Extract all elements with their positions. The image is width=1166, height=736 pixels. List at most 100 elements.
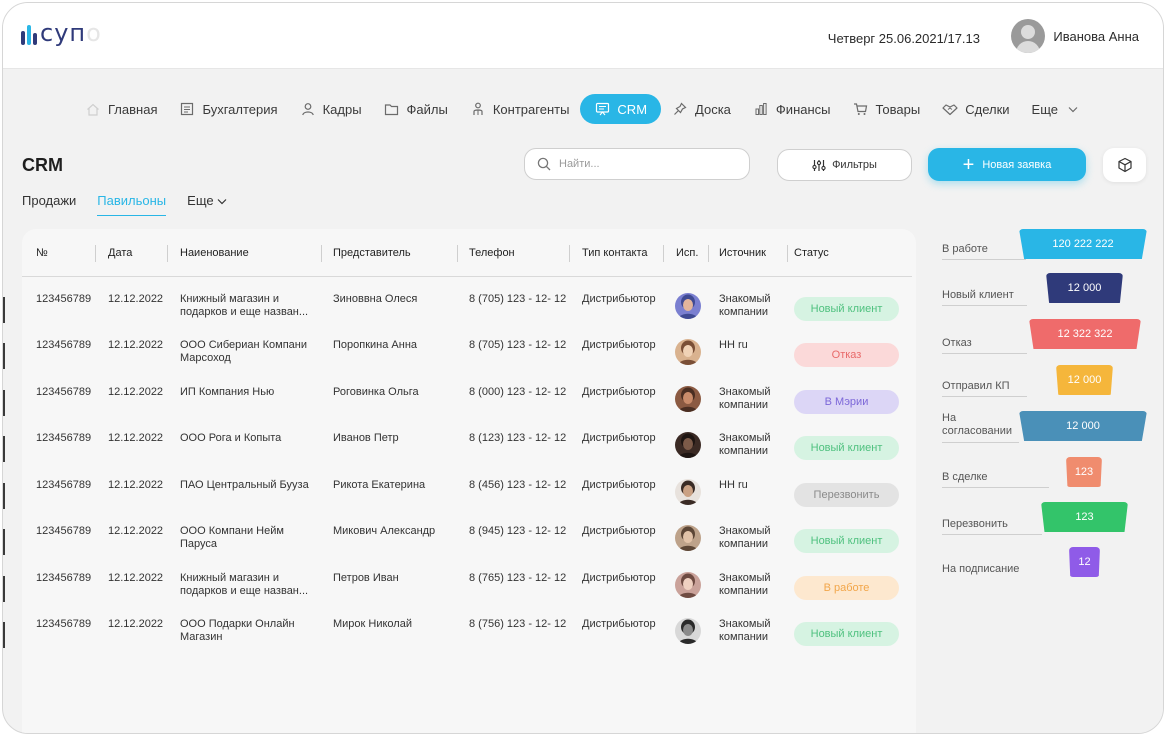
subtab-more[interactable]: Еще xyxy=(187,193,227,216)
stat-label-text-line2: согласовании xyxy=(942,425,1012,437)
cell-contact-type: Дистрибьютор xyxy=(582,339,656,351)
home-icon xyxy=(85,102,101,116)
subtab-sales[interactable]: Продажи xyxy=(22,193,76,216)
column-separator xyxy=(167,245,168,262)
status-badge[interactable]: Отказ xyxy=(794,343,899,367)
stat-bar[interactable]: 12 000 xyxy=(1019,411,1147,441)
status-badge[interactable]: Новый клиент xyxy=(794,297,899,321)
crm-table: № Дата Наиенование Представитель Телефон Тип … xyxy=(3,229,916,733)
nav-item-10[interactable]: Еще xyxy=(1021,94,1092,124)
nav-item-label: Еще xyxy=(1031,101,1058,117)
stat-bar[interactable]: 12 000 xyxy=(1056,365,1113,395)
column-header-8[interactable]: Статус xyxy=(794,247,829,259)
cell-date: 12.12.2022 xyxy=(108,293,164,305)
assignee-avatar[interactable] xyxy=(675,432,701,458)
cell-contact-type: Дистрибьютор xyxy=(582,572,656,584)
status-badge[interactable]: Перезвонить xyxy=(794,483,899,507)
nav-item-1[interactable]: Бухгалтерия xyxy=(168,94,288,124)
assignee-avatar[interactable] xyxy=(675,386,701,412)
column-separator xyxy=(569,245,570,262)
main-nav: Главная Бухгалтерия Кадры Файлы Контрагенты C… xyxy=(3,91,1163,127)
chevron-down-icon xyxy=(1065,102,1081,116)
cell-source-line1: Знакомый xyxy=(719,386,771,398)
table-row[interactable]: 123456789 12.12.2022 ООО Подарки Онлайн Маг… xyxy=(3,618,912,664)
nav-item-7[interactable]: Финансы xyxy=(742,94,842,124)
nav-item-8[interactable]: Товары xyxy=(842,94,932,124)
status-badge[interactable]: В работе xyxy=(794,576,899,600)
nav-item-3[interactable]: Файлы xyxy=(373,94,459,124)
cell-source-line2: компании xyxy=(719,445,769,457)
nav-item-5[interactable]: CRM xyxy=(580,94,662,124)
table-row[interactable]: 123456789 12.12.2022 ООО Сибериан Компани М… xyxy=(3,339,912,385)
stat-bar[interactable]: 12 000 xyxy=(1046,273,1123,303)
table-row[interactable]: 123456789 12.12.2022 ИП Компания Нью Рогови… xyxy=(3,386,912,432)
table-header: № Дата Наиенование Представитель Телефон Тип … xyxy=(22,229,912,277)
status-badge[interactable]: Новый клиент xyxy=(794,436,899,460)
stat-bar[interactable]: 12 xyxy=(1069,547,1100,577)
cell-source-line1: Знакомый xyxy=(719,572,771,584)
cell-date: 12.12.2022 xyxy=(108,618,164,630)
stat-label: Перезвонить xyxy=(942,518,1008,531)
column-header-6[interactable]: Исп. xyxy=(676,247,698,259)
nav-item-label: Бухгалтерия xyxy=(202,101,278,117)
cell-source-line1: HH ru xyxy=(719,339,748,351)
table-row[interactable]: 123456789 12.12.2022 ООО Компани Нейм Парус… xyxy=(3,525,912,571)
cell-phone: 8 (456) 123 - 12- 12 xyxy=(469,479,567,491)
cube-button[interactable] xyxy=(1103,148,1146,182)
stat-bar[interactable]: 123 xyxy=(1041,502,1128,532)
column-header-2[interactable]: Наиенование xyxy=(180,247,249,259)
cell-name-line1: ООО Компани Нейм xyxy=(180,525,284,537)
table-row[interactable]: 123456789 12.12.2022 ООО Рога и Копыта Иван… xyxy=(3,432,912,478)
search-box[interactable] xyxy=(524,148,750,180)
cell-number: 123456789 xyxy=(36,525,92,537)
cell-name-line2: подарков и еще назван... xyxy=(180,585,309,597)
status-badge[interactable]: Новый клиент xyxy=(794,622,899,646)
cell-contact-type: Дистрибьютор xyxy=(582,293,656,305)
filters-button[interactable]: Фильтры xyxy=(777,149,912,181)
column-header-7[interactable]: Источник xyxy=(719,247,766,259)
cell-representative: Иванов Петр xyxy=(333,432,399,444)
cell-contact-type: Дистрибьютор xyxy=(582,525,656,537)
column-header-0[interactable]: № xyxy=(36,247,48,259)
column-header-4[interactable]: Телефон xyxy=(469,247,515,259)
nav-item-2[interactable]: Кадры xyxy=(289,94,373,124)
column-header-5[interactable]: Тип контакта xyxy=(582,247,648,259)
stat-bar[interactable]: 12 322 322 xyxy=(1029,319,1141,349)
cell-phone: 8 (945) 123 - 12- 12 xyxy=(469,525,567,537)
logo[interactable]: сyпo xyxy=(21,21,102,45)
nav-item-label: Доска xyxy=(695,101,731,117)
nav-item-9[interactable]: Сделки xyxy=(931,94,1020,124)
cell-name-line1: ООО Подарки Онлайн xyxy=(180,618,295,630)
user-menu[interactable]: Иванова Анна xyxy=(1011,19,1139,53)
assignee-avatar[interactable] xyxy=(675,339,701,365)
assignee-avatar[interactable] xyxy=(675,479,701,505)
nav-item-6[interactable]: Доска xyxy=(661,94,742,124)
user-avatar[interactable] xyxy=(1011,19,1046,53)
assignee-avatar[interactable] xyxy=(675,572,701,598)
new-request-label: Новая заявка xyxy=(982,158,1052,171)
stat-bar[interactable]: 120 222 222 xyxy=(1019,229,1147,259)
status-badge[interactable]: В Мэрии xyxy=(794,390,899,414)
cell-date: 12.12.2022 xyxy=(108,525,164,537)
cell-representative: Поропкина Анна xyxy=(333,339,418,351)
nav-item-0[interactable]: Главная xyxy=(74,94,168,124)
assignee-avatar[interactable] xyxy=(675,618,701,644)
table-row[interactable]: 123456789 12.12.2022 ПАО Центральный Бууза… xyxy=(3,479,912,525)
table-row[interactable]: 123456789 12.12.2022 Книжный магазин и пода… xyxy=(3,572,912,618)
status-badge[interactable]: Новый клиент xyxy=(794,529,899,553)
new-request-button[interactable]: + Новая заявка xyxy=(928,148,1086,181)
nav-item-label: Контрагенты xyxy=(492,101,570,117)
assignee-avatar[interactable] xyxy=(675,293,701,319)
search-input[interactable] xyxy=(559,158,729,170)
column-header-1[interactable]: Дата xyxy=(108,247,132,259)
stat-bar[interactable]: 123 xyxy=(1066,457,1102,487)
cell-representative: Мирок Николай xyxy=(333,618,412,630)
table-row[interactable]: 123456789 12.12.2022 Книжный магазин и пода… xyxy=(3,293,912,339)
nav-item-4[interactable]: Контрагенты xyxy=(459,94,581,124)
column-header-3[interactable]: Представитель xyxy=(333,247,411,259)
cell-representative: Рикота Екатерина xyxy=(333,479,426,491)
subtab-pavilions[interactable]: Павильоны xyxy=(97,193,167,216)
assignee-avatar[interactable] xyxy=(675,525,701,551)
cell-number: 123456789 xyxy=(36,386,92,398)
chevron-down-icon xyxy=(217,199,227,205)
